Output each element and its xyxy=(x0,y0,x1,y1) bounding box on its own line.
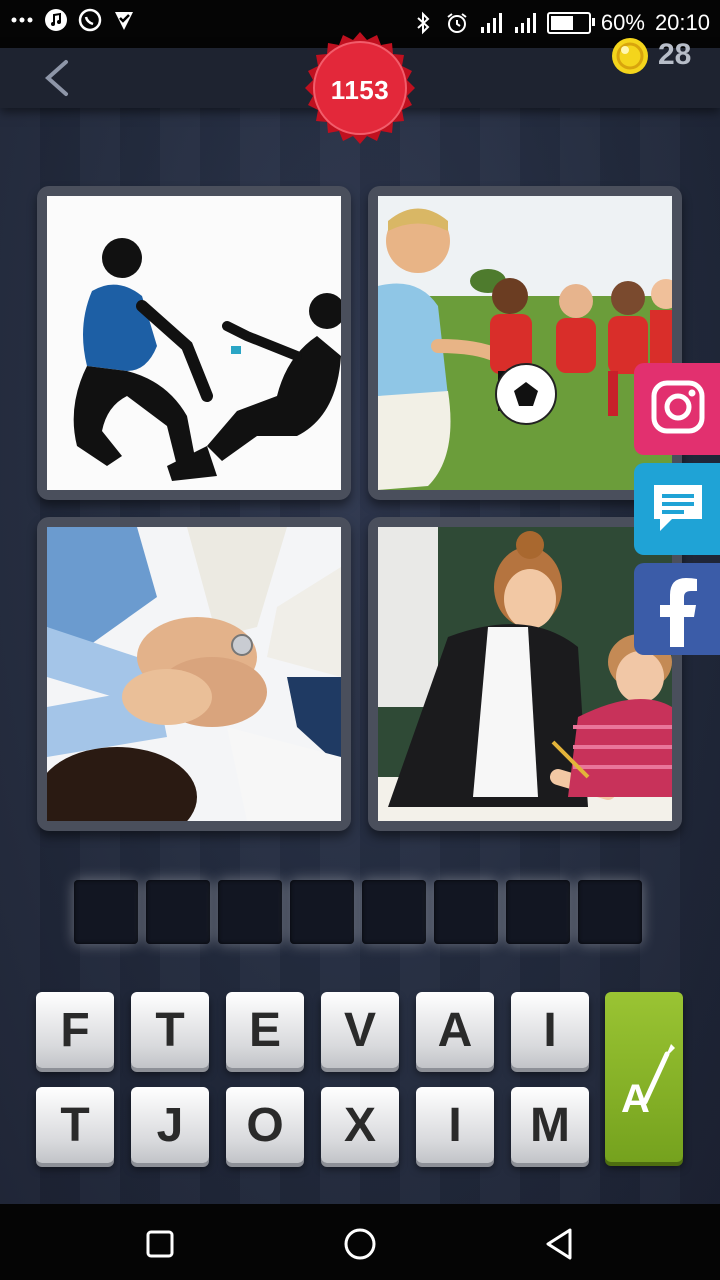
battery-percent: 60% xyxy=(600,10,645,35)
picture-3[interactable] xyxy=(37,517,351,831)
fitness-silhouette-image xyxy=(47,196,341,490)
more-dots-icon xyxy=(10,8,34,32)
answer-slots xyxy=(74,880,642,944)
picture-1[interactable] xyxy=(37,186,351,500)
letter-tile[interactable]: X xyxy=(321,1087,399,1163)
coin-icon[interactable] xyxy=(610,36,650,76)
letter-tile[interactable]: F xyxy=(36,992,114,1068)
picture-2[interactable] xyxy=(368,186,682,500)
system-back-button[interactable] xyxy=(540,1224,580,1264)
letter-tile[interactable]: T xyxy=(36,1087,114,1163)
answer-slot[interactable] xyxy=(434,880,498,944)
answer-slot[interactable] xyxy=(362,880,426,944)
coin-count: 28 xyxy=(658,38,692,71)
back-button[interactable] xyxy=(38,58,78,98)
letter-tile[interactable]: A xyxy=(416,992,494,1068)
letter-tile[interactable]: V xyxy=(321,992,399,1068)
answer-slot[interactable] xyxy=(290,880,354,944)
paintbrush-hint-icon: A xyxy=(621,1044,675,1121)
facebook-button[interactable] xyxy=(634,563,720,655)
letter-tile[interactable]: T xyxy=(131,992,209,1068)
answer-slot[interactable] xyxy=(146,880,210,944)
picture-4[interactable] xyxy=(368,517,682,831)
signal-icon-1 xyxy=(479,11,503,35)
message-button[interactable] xyxy=(634,463,720,555)
level-badge: 1153 xyxy=(300,30,420,150)
whatsapp-icon xyxy=(78,8,102,32)
stacked-hands-image xyxy=(47,527,341,821)
battery-icon xyxy=(546,12,595,34)
answer-slot[interactable] xyxy=(74,880,138,944)
answer-slot[interactable] xyxy=(218,880,282,944)
signal-icon-2 xyxy=(513,11,537,35)
alarm-icon xyxy=(445,11,469,35)
chat-bubble-icon xyxy=(654,485,702,531)
circle-icon xyxy=(344,1228,376,1260)
navigation-bar xyxy=(0,1204,720,1280)
hint-button[interactable]: A xyxy=(605,992,683,1162)
answer-slot[interactable] xyxy=(506,880,570,944)
answer-slot[interactable] xyxy=(578,880,642,944)
letter-tile[interactable]: I xyxy=(511,992,589,1068)
level-number: 1153 xyxy=(330,74,390,105)
letter-tile[interactable]: J xyxy=(131,1087,209,1163)
letter-tile[interactable]: E xyxy=(226,992,304,1068)
recent-apps-button[interactable] xyxy=(140,1224,180,1264)
music-note-icon xyxy=(44,8,68,32)
facebook-icon xyxy=(660,578,697,647)
kids-soccer-image xyxy=(378,196,672,490)
triangle-back-icon xyxy=(546,1228,572,1260)
square-icon xyxy=(146,1230,174,1258)
letter-tile[interactable]: M xyxy=(511,1087,589,1163)
home-button[interactable] xyxy=(340,1224,380,1264)
instagram-icon xyxy=(651,380,705,434)
download-check-icon xyxy=(112,8,136,32)
teacher-child-image xyxy=(378,527,672,821)
letter-tile[interactable]: I xyxy=(416,1087,494,1163)
clock: 20:10 xyxy=(654,10,710,35)
letter-tile[interactable]: O xyxy=(226,1087,304,1163)
instagram-button[interactable] xyxy=(634,363,720,455)
chevron-left-icon xyxy=(44,60,68,96)
